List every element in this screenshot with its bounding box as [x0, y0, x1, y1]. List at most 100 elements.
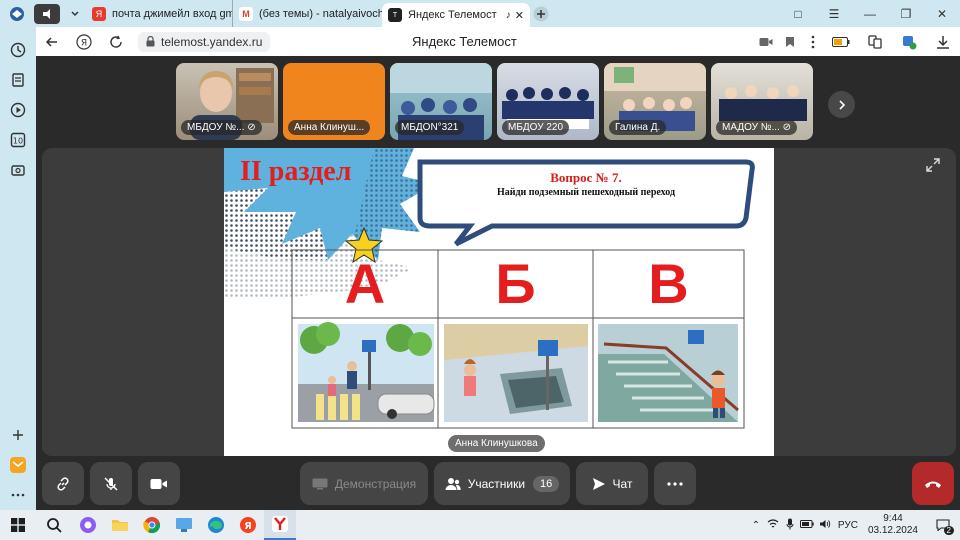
new-tab-icon[interactable]	[530, 0, 552, 29]
participant-tile[interactable]: МБДОN°321	[390, 63, 492, 140]
extensions-icon[interactable]	[858, 34, 892, 50]
participant-name: МБДОУ №... ⊘	[181, 120, 262, 135]
windows-start-icon[interactable]	[0, 510, 36, 540]
participant-tile[interactable]: МБДОУ 220	[497, 63, 599, 140]
screen-share-label: Демонстрация	[334, 476, 417, 491]
close-window-icon[interactable]: ✕	[924, 0, 960, 27]
menu-icon[interactable]: ☰	[816, 0, 852, 27]
next-participants-button[interactable]	[828, 91, 855, 118]
tab-label: почта джимейл вход gma	[112, 7, 232, 20]
battery-tray-icon[interactable]	[798, 519, 816, 531]
yandex-browser-icon[interactable]: Я	[232, 510, 264, 540]
participant-tile[interactable]: Анна Клинуш...	[283, 63, 385, 140]
mic-off-icon: ⊘	[247, 122, 256, 133]
browser-logo-icon[interactable]	[0, 0, 34, 29]
people-icon	[445, 477, 461, 490]
presentation-slide: II раздел Вопрос № 7. Найди подземный пе…	[224, 148, 774, 456]
tab-label: Яндекс Телемост	[408, 9, 497, 21]
url-text: telemost.yandex.ru	[161, 34, 263, 49]
camera-icon	[150, 478, 167, 489]
expand-icon	[926, 158, 940, 172]
bookmark-window-icon[interactable]: □	[780, 0, 816, 27]
download-icon[interactable]	[926, 35, 960, 49]
url-field[interactable]: telemost.yandex.ru	[138, 31, 271, 52]
volume-icon[interactable]	[816, 519, 834, 532]
battery-icon[interactable]	[824, 36, 858, 47]
back-arrow-icon[interactable]	[36, 35, 68, 49]
participant-tile[interactable]: МАДОУ №... ⊘	[711, 63, 813, 140]
search-icon[interactable]	[36, 510, 72, 540]
reload-icon[interactable]	[100, 35, 132, 49]
mic-off-icon	[104, 476, 118, 491]
yandex-favicon-icon: Я	[92, 6, 106, 21]
yandex-y-app-icon[interactable]	[264, 510, 296, 540]
notifications-icon[interactable]: 2	[932, 519, 954, 535]
notifications-count-badge: 2	[943, 526, 954, 535]
participant-name: Галина Д.	[609, 120, 667, 135]
participant-name: МБДОN°321	[395, 120, 465, 135]
chat-button[interactable]: Чат	[576, 462, 648, 505]
hang-up-phone-icon	[925, 481, 941, 488]
svg-text:Я: Я	[244, 521, 252, 532]
fullscreen-button[interactable]	[922, 154, 944, 176]
copy-link-button[interactable]	[42, 462, 84, 505]
participants-label: Участники	[467, 476, 526, 491]
tab-telemost[interactable]: T Яндекс Телемост ♪ ✕	[382, 3, 530, 27]
collections-icon[interactable]	[9, 71, 27, 89]
history-clock-icon[interactable]	[9, 41, 27, 59]
more-options-button[interactable]	[654, 462, 696, 505]
clock[interactable]: 9:44 03.12.2024	[868, 513, 918, 537]
tab-gmail[interactable]: M (без темы) - natalyaivoch	[232, 0, 382, 27]
more-vertical-icon[interactable]	[802, 35, 824, 49]
bookmark-icon[interactable]	[778, 36, 802, 48]
tab-close-icon[interactable]: ✕	[515, 9, 524, 22]
remote-desktop-icon[interactable]	[168, 510, 200, 540]
microphone-tray-icon[interactable]	[782, 518, 798, 533]
minimize-icon[interactable]: —	[852, 0, 888, 27]
pinned-tab-icon[interactable]	[34, 3, 60, 24]
lock-icon	[146, 36, 155, 47]
chevron-right-icon	[838, 99, 845, 110]
send-chat-icon	[592, 477, 605, 490]
tray-chevron-up-icon[interactable]: ⌃	[748, 520, 764, 531]
camera-button[interactable]	[138, 462, 180, 505]
camera-permission-icon[interactable]	[754, 37, 778, 47]
alice-assistant-icon[interactable]	[72, 510, 104, 540]
participant-name: МАДОУ №... ⊘	[716, 120, 798, 135]
option-letter-a: А	[344, 252, 386, 315]
hang-up-button[interactable]	[912, 462, 954, 505]
slide-question-text: Найди подземный пешеходный переход	[496, 187, 676, 198]
window-controls: □ ☰ — ❐ ✕	[780, 0, 960, 27]
chrome-icon[interactable]	[136, 510, 168, 540]
chat-label: Чат	[612, 476, 633, 491]
video-play-icon[interactable]	[9, 101, 27, 119]
more-dots-icon[interactable]	[9, 486, 27, 504]
participants-button[interactable]: Участники 16	[434, 462, 570, 505]
picture-stairs-passage	[598, 324, 739, 422]
edge-icon[interactable]	[200, 510, 232, 540]
restore-icon[interactable]: ❐	[888, 0, 924, 27]
protect-icon[interactable]	[892, 34, 926, 50]
yandex-y-icon[interactable]: Я	[68, 33, 100, 50]
tab-yandex-search[interactable]: Я почта джимейл вход gma	[86, 0, 232, 27]
add-panel-icon[interactable]	[9, 426, 27, 444]
mail-app-icon[interactable]	[9, 456, 27, 474]
svg-text:10: 10	[13, 137, 23, 146]
participant-tile[interactable]: Галина Д.	[604, 63, 706, 140]
input-language[interactable]: РУС	[838, 520, 858, 531]
screenshot-icon[interactable]	[9, 161, 27, 179]
option-letter-b: Б	[495, 252, 536, 315]
call-toolbar: Демонстрация Участники 16 Чат	[36, 460, 960, 510]
clock-date: 03.12.2024	[867, 525, 918, 536]
screen-share-button[interactable]: Демонстрация	[300, 462, 428, 505]
mute-button[interactable]	[90, 462, 132, 505]
tab-list-chevron-icon[interactable]	[64, 0, 86, 29]
screen-share-icon	[312, 478, 328, 489]
file-explorer-icon[interactable]	[104, 510, 136, 540]
ten-icon[interactable]: 10	[9, 131, 27, 149]
participant-tile[interactable]: МБДОУ №... ⊘	[176, 63, 278, 140]
speaker-icon[interactable]: ♪	[506, 10, 511, 21]
tab-label: (без темы) - natalyaivoch	[259, 7, 382, 20]
address-bar: Я telemost.yandex.ru Яндекс Телемост	[36, 27, 960, 56]
network-icon[interactable]	[764, 518, 782, 532]
